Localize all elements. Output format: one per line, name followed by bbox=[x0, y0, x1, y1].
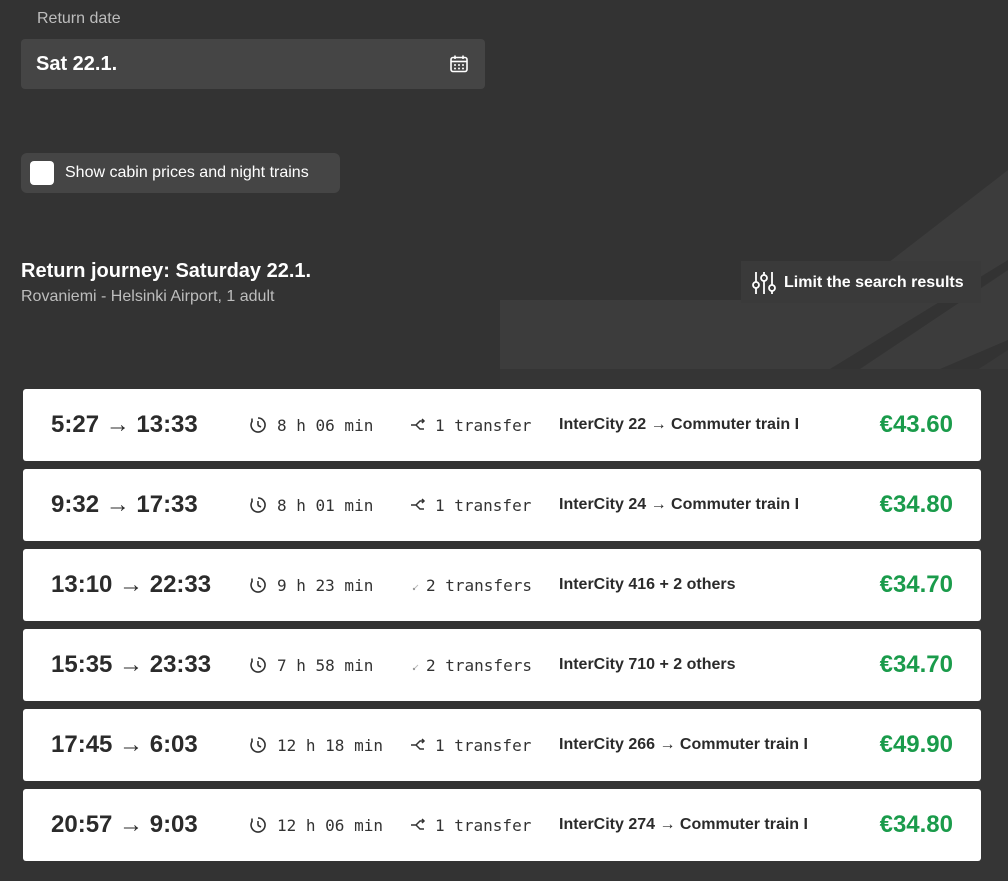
return-date-label: Return date bbox=[37, 10, 121, 27]
ticket-price: €34.80 bbox=[879, 491, 953, 518]
train-info: InterCity 24 → Commuter train I bbox=[559, 496, 800, 513]
transfer-icon bbox=[411, 738, 426, 750]
transfer-icon bbox=[412, 664, 419, 671]
train-info: InterCity 266 → Commuter train I bbox=[559, 736, 808, 753]
train-info: InterCity 274 → Commuter train I bbox=[559, 816, 808, 833]
limit-search-results-label: Limit the search results bbox=[784, 274, 964, 291]
calendar-icon[interactable] bbox=[449, 54, 469, 74]
journey-duration: 12 h 06 min bbox=[277, 816, 383, 835]
transfer-count: 2 transfers bbox=[426, 576, 532, 595]
clock-icon bbox=[250, 577, 266, 593]
result-row[interactable]: 15:35 → 23:33 7 h 58 min 2 transfers Int… bbox=[23, 629, 981, 701]
result-row[interactable]: 9:32 → 17:33 8 h 01 min 1 transfer Inter… bbox=[23, 469, 981, 541]
sliders-icon bbox=[752, 272, 776, 294]
result-row[interactable]: 5:27 → 13:33 8 h 06 min 1 transfer Inter… bbox=[23, 389, 981, 461]
result-row[interactable]: 17:45 → 6:03 12 h 18 min 1 transfer Inte… bbox=[23, 709, 981, 781]
show-cabin-prices-label: Show cabin prices and night trains bbox=[65, 164, 309, 181]
train-info: InterCity 710 + 2 others bbox=[559, 656, 736, 673]
journey-duration: 9 h 23 min bbox=[277, 576, 374, 595]
return-date-field[interactable]: Sat 22.1. bbox=[21, 39, 485, 89]
show-cabin-prices-option[interactable]: Show cabin prices and night trains bbox=[21, 153, 340, 193]
clock-icon bbox=[250, 737, 266, 753]
clock-icon bbox=[250, 417, 266, 433]
result-row[interactable]: 13:10 → 22:33 9 h 23 min 2 transfers Int… bbox=[23, 549, 981, 621]
departure-arrival-times: 13:10 → 22:33 bbox=[51, 571, 212, 598]
transfer-count: 1 transfer bbox=[435, 736, 532, 755]
results-list: 5:27 → 13:33 8 h 06 min 1 transfer Inter… bbox=[23, 389, 981, 869]
journey-duration: 8 h 01 min bbox=[277, 496, 374, 515]
ticket-price: €34.70 bbox=[879, 571, 953, 598]
ticket-price: €43.60 bbox=[879, 411, 953, 438]
ticket-price: €49.90 bbox=[879, 731, 953, 758]
ticket-price: €34.70 bbox=[879, 651, 953, 678]
journey-duration: 7 h 58 min bbox=[277, 656, 374, 675]
departure-arrival-times: 15:35 → 23:33 bbox=[51, 651, 212, 678]
transfer-icon bbox=[411, 498, 426, 510]
transfer-icon bbox=[411, 418, 426, 430]
journey-title: Return journey: Saturday 22.1. bbox=[21, 260, 312, 282]
journey-duration: 12 h 18 min bbox=[277, 736, 383, 755]
result-row[interactable]: 20:57 → 9:03 12 h 06 min 1 transfer Inte… bbox=[23, 789, 981, 861]
departure-arrival-times: 17:45 → 6:03 bbox=[51, 731, 198, 758]
return-date-value: Sat 22.1. bbox=[36, 53, 118, 75]
departure-arrival-times: 5:27 → 13:33 bbox=[51, 411, 198, 438]
limit-search-results-button[interactable]: Limit the search results bbox=[741, 261, 981, 303]
ticket-price: €34.80 bbox=[879, 811, 953, 838]
transfer-count: 1 transfer bbox=[435, 416, 532, 435]
train-info: InterCity 22 → Commuter train I bbox=[559, 416, 800, 433]
clock-icon bbox=[250, 657, 266, 673]
train-info: InterCity 416 + 2 others bbox=[559, 576, 736, 593]
clock-icon bbox=[250, 497, 266, 513]
transfer-count: 2 transfers bbox=[426, 656, 532, 675]
transfer-icon bbox=[411, 818, 426, 830]
journey-duration: 8 h 06 min bbox=[277, 416, 374, 435]
transfer-count: 1 transfer bbox=[435, 496, 532, 515]
clock-icon bbox=[250, 817, 266, 833]
show-cabin-prices-checkbox[interactable] bbox=[30, 161, 54, 185]
transfer-count: 1 transfer bbox=[435, 816, 532, 835]
transfer-icon bbox=[412, 584, 419, 591]
journey-subtitle: Rovaniemi - Helsinki Airport, 1 adult bbox=[21, 288, 275, 305]
departure-arrival-times: 9:32 → 17:33 bbox=[51, 491, 198, 518]
departure-arrival-times: 20:57 → 9:03 bbox=[51, 811, 198, 838]
